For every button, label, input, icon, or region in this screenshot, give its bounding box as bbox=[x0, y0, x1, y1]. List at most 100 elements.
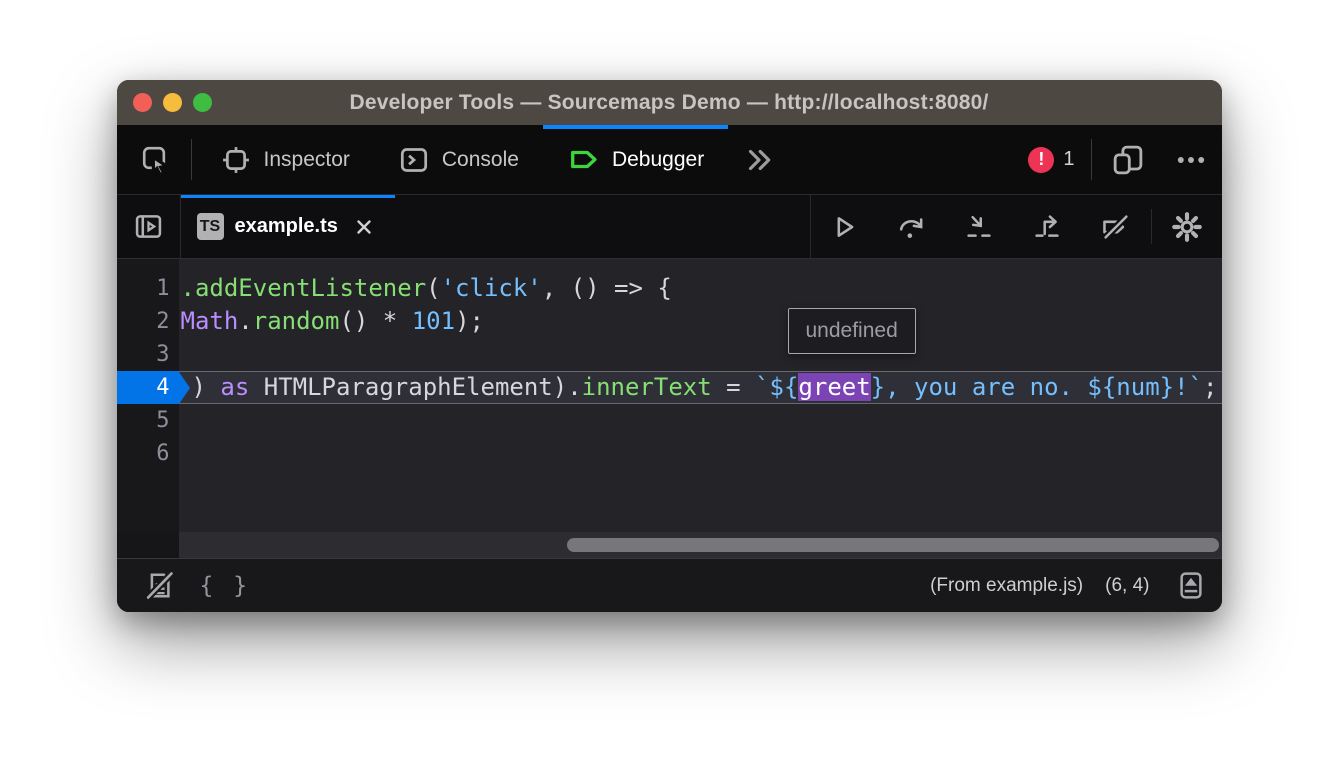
debugger-settings-button[interactable] bbox=[1152, 195, 1222, 258]
window-title: Developer Tools — Sourcemaps Demo — http… bbox=[349, 91, 988, 115]
window-titlebar: Developer Tools — Sourcemaps Demo — http… bbox=[117, 80, 1222, 125]
code-token: }, you are no. ${num}!` bbox=[871, 373, 1203, 401]
code-token: ( bbox=[426, 274, 440, 302]
meatball-menu-button[interactable] bbox=[1160, 125, 1222, 194]
code-line[interactable]: .addEventListener('click', () => { bbox=[179, 272, 1222, 305]
line-number[interactable]: 2 bbox=[117, 305, 179, 338]
console-icon bbox=[398, 144, 430, 176]
code-token: ; bbox=[1203, 373, 1217, 401]
horizontal-scrollbar-row bbox=[117, 532, 1222, 558]
code-token: () * bbox=[339, 307, 411, 335]
sidebar-toggle-icon bbox=[132, 210, 165, 243]
expand-panes-icon bbox=[1176, 569, 1206, 602]
deactivate-breakpoints-icon bbox=[1099, 212, 1133, 242]
step-in-icon bbox=[963, 212, 995, 242]
window-controls bbox=[133, 80, 212, 125]
tab-label: Console bbox=[442, 148, 519, 172]
code-line[interactable]: ) as HTMLParagraphElement).innerText = `… bbox=[179, 371, 1222, 404]
line-number[interactable]: 5 bbox=[117, 404, 179, 437]
tab-debugger[interactable]: Debugger bbox=[543, 125, 728, 194]
code-row: 2Math.random() * 101); bbox=[117, 305, 1222, 338]
code-row: 5 bbox=[117, 404, 1222, 437]
deactivate-breakpoints-button[interactable] bbox=[1081, 195, 1151, 258]
step-over-icon bbox=[895, 212, 927, 242]
source-origin-label[interactable]: (From example.js) bbox=[930, 575, 1083, 597]
step-out-icon bbox=[1031, 212, 1063, 242]
meatball-menu-icon bbox=[1174, 145, 1208, 175]
code-token: 'click' bbox=[441, 274, 542, 302]
node-picker-button[interactable] bbox=[125, 125, 187, 194]
close-window-button[interactable] bbox=[133, 93, 152, 112]
minimize-window-button[interactable] bbox=[163, 93, 182, 112]
resume-button[interactable] bbox=[811, 195, 877, 258]
code-line[interactable] bbox=[179, 404, 1222, 437]
pretty-print-button[interactable]: { } bbox=[188, 573, 263, 599]
step-out-button[interactable] bbox=[1013, 195, 1081, 258]
code-token: ); bbox=[455, 307, 484, 335]
expand-panes-button[interactable] bbox=[1174, 569, 1208, 602]
sources-panel-toggle-button[interactable] bbox=[117, 195, 180, 258]
source-tab-label: example.ts bbox=[235, 215, 338, 238]
typescript-icon: TS bbox=[197, 213, 224, 240]
highlighted-token: greet bbox=[798, 373, 870, 401]
responsive-design-icon bbox=[1110, 142, 1146, 178]
code-token: HTMLParagraphElement). bbox=[249, 373, 581, 401]
code-token: ) bbox=[192, 373, 221, 401]
code-token: innerText bbox=[582, 373, 712, 401]
tab-inspector[interactable]: Inspector bbox=[196, 125, 374, 194]
code-rows: 1.addEventListener('click', () => {2Math… bbox=[117, 259, 1222, 470]
code-line[interactable] bbox=[179, 338, 1222, 371]
close-icon bbox=[353, 216, 375, 238]
code-token: .addEventListener bbox=[181, 274, 427, 302]
error-icon: ! bbox=[1028, 147, 1054, 173]
code-row: 6 bbox=[117, 437, 1222, 470]
error-count-button[interactable]: ! 1 bbox=[1016, 125, 1086, 194]
resume-icon bbox=[829, 212, 859, 242]
more-tools-button[interactable] bbox=[728, 125, 790, 194]
scrollbar-thumb[interactable] bbox=[567, 538, 1219, 552]
inspector-icon bbox=[220, 144, 252, 176]
toolbar-separator bbox=[1091, 139, 1092, 180]
code-editor: 1.addEventListener('click', () => {2Math… bbox=[117, 259, 1222, 532]
tab-console[interactable]: Console bbox=[374, 125, 543, 194]
code-line[interactable] bbox=[179, 437, 1222, 470]
ignore-source-button[interactable] bbox=[131, 569, 188, 602]
debugger-footer: { } (From example.js) (6, 4) bbox=[117, 558, 1222, 612]
horizontal-scrollbar[interactable] bbox=[179, 532, 1222, 558]
code-token: 101 bbox=[412, 307, 455, 335]
cursor-position-label: (6, 4) bbox=[1105, 575, 1149, 597]
code-token: Math bbox=[181, 307, 239, 335]
code-line[interactable]: Math.random() * 101); bbox=[179, 305, 1222, 338]
devtools-toolbar: Inspector Console Debugger bbox=[117, 125, 1222, 195]
code-token: random bbox=[253, 307, 340, 335]
line-number[interactable]: 3 bbox=[117, 338, 179, 371]
close-tab-button[interactable] bbox=[349, 212, 379, 242]
step-in-button[interactable] bbox=[945, 195, 1013, 258]
responsive-design-mode-button[interactable] bbox=[1096, 125, 1160, 194]
variable-preview-tooltip: undefined bbox=[788, 308, 916, 354]
toolbar-separator bbox=[191, 139, 192, 180]
toolbar-spacer bbox=[790, 125, 1016, 194]
chevron-double-right-icon bbox=[742, 145, 776, 175]
code-token: = bbox=[712, 373, 755, 401]
code-token: `${ bbox=[755, 373, 798, 401]
blackbox-source-icon bbox=[143, 569, 176, 602]
line-number[interactable]: 6 bbox=[117, 437, 179, 470]
debugger-icon bbox=[567, 143, 600, 176]
scrollbar-gutter bbox=[117, 532, 179, 558]
tabrow-spacer bbox=[395, 195, 810, 258]
code-row: 1.addEventListener('click', () => { bbox=[117, 272, 1222, 305]
code-row-paused: 4) as HTMLParagraphElement).innerText = … bbox=[117, 371, 1222, 404]
node-picker-icon bbox=[139, 143, 173, 177]
code-token: . bbox=[238, 307, 252, 335]
tab-label: Inspector bbox=[264, 148, 350, 172]
step-over-button[interactable] bbox=[877, 195, 945, 258]
gear-icon bbox=[1170, 210, 1204, 244]
code-token: , () => { bbox=[542, 274, 672, 302]
code-row: 3 bbox=[117, 338, 1222, 371]
line-number[interactable]: 4 bbox=[117, 371, 179, 404]
zoom-window-button[interactable] bbox=[193, 93, 212, 112]
source-tabs-row: TS example.ts bbox=[117, 195, 1222, 259]
line-number[interactable]: 1 bbox=[117, 272, 179, 305]
source-tab-example-ts[interactable]: TS example.ts bbox=[181, 195, 395, 258]
